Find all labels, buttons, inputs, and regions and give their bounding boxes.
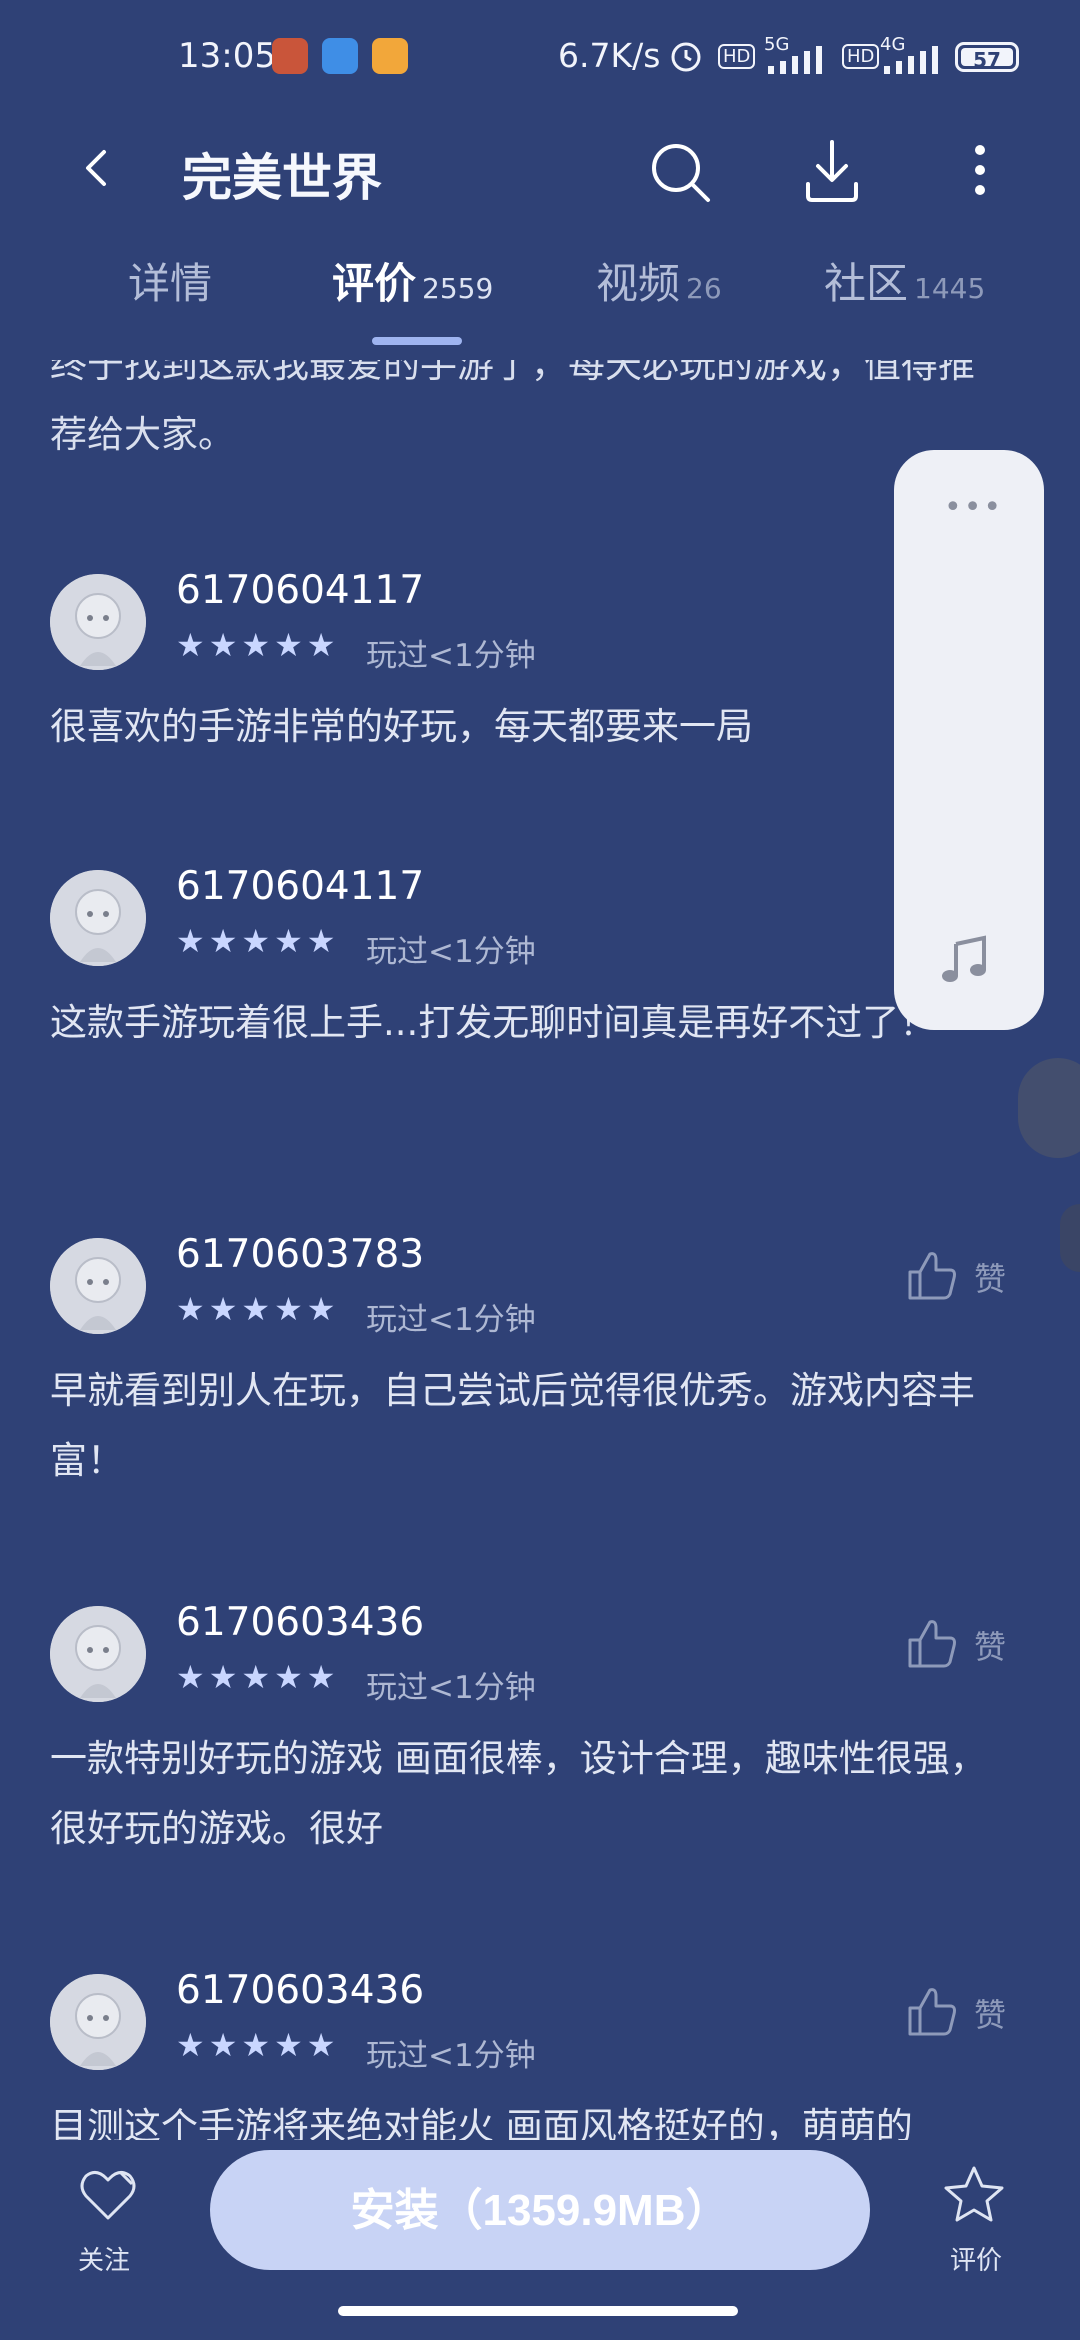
tab-videos[interactable]: 视频 26 <box>596 250 722 311</box>
avatar[interactable] <box>50 1238 146 1334</box>
music-note-icon[interactable] <box>940 934 992 986</box>
review-text-previous: 终于找到这款我最爱的手游了，每天必玩的游戏，值得推荐给大家。 <box>50 360 975 456</box>
thumbs-up-icon[interactable] <box>904 1984 960 2040</box>
avatar[interactable] <box>50 1974 146 2070</box>
rating-stars: ★★★★★ <box>176 1658 340 1696</box>
battery-level: 57 <box>961 48 1013 72</box>
hd-badge-2: HD <box>842 44 880 69</box>
reviewer-name[interactable]: 6170603436 <box>176 1600 424 1645</box>
avatar[interactable] <box>50 574 146 670</box>
notes-app-icon <box>372 38 408 74</box>
edge-floating-tab-2[interactable] <box>1060 1204 1080 1272</box>
network-speed: 6.7K/s <box>558 36 661 75</box>
play-time: 玩过<1分钟 <box>366 1302 536 1338</box>
tab-reviews[interactable]: 评价 2559 <box>332 250 493 311</box>
page-title: 完美世界 <box>182 149 382 207</box>
avatar[interactable] <box>50 1606 146 1702</box>
back-arrow-icon[interactable] <box>78 148 118 188</box>
like-label[interactable]: 赞 <box>974 1622 1006 1668</box>
reviewer-name[interactable]: 6170604117 <box>176 568 424 613</box>
tab-count: 1445 <box>914 272 986 305</box>
rating-stars: ★★★★★ <box>176 2026 340 2064</box>
play-time: 玩过<1分钟 <box>366 934 536 970</box>
thumbs-up-icon[interactable] <box>904 1616 960 1672</box>
reviewer-name[interactable]: 6170604117 <box>176 864 424 909</box>
rate-star-icon[interactable] <box>942 2164 1006 2224</box>
search-icon[interactable] <box>648 140 712 204</box>
avatar-image <box>50 1238 146 1334</box>
status-bar: 13:05 6.7K/s HD 5G HD 4G 57 <box>0 0 1080 120</box>
rating-stars: ★★★★★ <box>176 922 340 960</box>
install-button[interactable]: 安装（1359.9MB） <box>210 2150 870 2270</box>
avatar[interactable] <box>50 870 146 966</box>
floating-side-panel[interactable]: ••• <box>894 450 1044 1030</box>
play-time: 玩过<1分钟 <box>366 2038 536 2074</box>
tab-bar: 详情 评价 2559 视频 26 社区 1445 <box>0 250 1080 350</box>
tab-label: 社区 <box>824 259 909 308</box>
panel-more-icon[interactable]: ••• <box>944 490 1003 525</box>
tab-count: 2559 <box>422 272 494 305</box>
signal-icon <box>768 46 822 74</box>
edge-floating-tab[interactable] <box>1018 1058 1080 1158</box>
thumbs-up-icon[interactable] <box>904 1248 960 1304</box>
review-text[interactable]: 早就看到别人在玩，自己尝试后觉得很优秀。游戏内容丰富！ <box>50 1356 1010 1496</box>
hd-badge: HD <box>718 44 756 69</box>
battery-icon: 57 <box>955 42 1019 72</box>
reviewer-name[interactable]: 6170603436 <box>176 1968 424 2013</box>
alipay-icon <box>322 38 358 74</box>
signal-icon-2 <box>884 46 938 74</box>
tab-label: 视频 <box>596 259 681 308</box>
play-time: 玩过<1分钟 <box>366 1670 536 1706</box>
avatar-image <box>50 1606 146 1702</box>
avatar-image <box>50 574 146 670</box>
status-time: 13:05 <box>178 36 276 76</box>
follow-label[interactable]: 关注 <box>78 2240 130 2277</box>
tab-label: 详情 <box>128 259 213 308</box>
avatar-image <box>50 870 146 966</box>
avatar-image <box>50 1974 146 2070</box>
rate-label[interactable]: 评价 <box>950 2240 1002 2277</box>
play-time: 玩过<1分钟 <box>366 638 536 674</box>
game-app-icon <box>272 38 308 74</box>
like-label[interactable]: 赞 <box>974 1254 1006 1300</box>
review-text[interactable]: 很喜欢的手游非常的好玩，每天都要来一局 <box>50 692 1010 762</box>
rating-stars: ★★★★★ <box>176 626 340 664</box>
home-indicator[interactable] <box>338 2306 738 2316</box>
download-icon[interactable] <box>800 138 864 204</box>
reviewer-name[interactable]: 6170603783 <box>176 1232 424 1277</box>
tab-details[interactable]: 详情 <box>128 250 212 311</box>
review-text[interactable]: 一款特别好玩的游戏 画面很棒，设计合理，趣味性很强，很好玩的游戏。很好 <box>50 1724 1010 1864</box>
tab-active-indicator <box>372 337 462 345</box>
rating-stars: ★★★★★ <box>176 1290 340 1328</box>
follow-heart-icon[interactable] <box>76 2164 140 2224</box>
more-vertical-icon[interactable] <box>960 140 1000 200</box>
alarm-icon <box>671 42 701 72</box>
tab-count: 26 <box>686 272 722 305</box>
review-text[interactable]: 目测这个手游将来绝对能火 画面风格挺好的，萌萌的 <box>50 2092 1010 2140</box>
tab-community[interactable]: 社区 1445 <box>824 250 985 311</box>
like-label[interactable]: 赞 <box>974 1990 1006 2036</box>
review-text[interactable]: 这款手游玩着很上手...打发无聊时间真是再好不过了！ <box>50 988 1010 1058</box>
tab-label: 评价 <box>332 259 417 308</box>
